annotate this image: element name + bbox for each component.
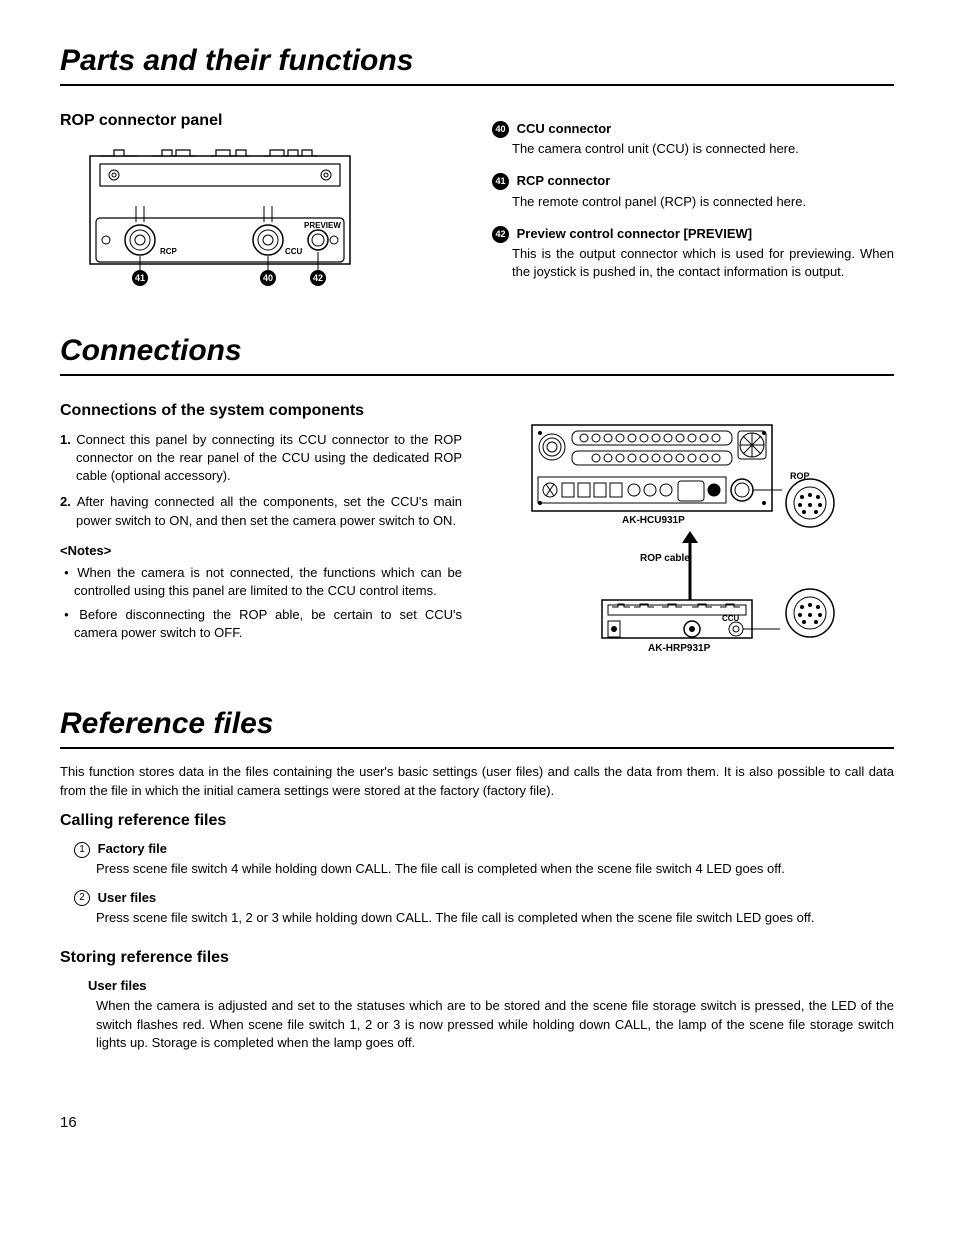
ccu-connector-body: The camera control unit (CCU) is connect… <box>512 140 894 158</box>
ccu-connector-title: CCU connector <box>517 121 612 136</box>
callout-41-icon: 41 <box>492 173 509 190</box>
svg-text:RCP: RCP <box>160 247 178 256</box>
calling-factory-file: 1 Factory file Press scene file switch 4… <box>74 840 894 878</box>
preview-connector-body: This is the output connector which is us… <box>512 245 894 281</box>
storing-user-files-body: When the camera is adjusted and set to t… <box>96 997 894 1052</box>
section-title-parts: Parts and their functions <box>60 40 894 86</box>
connections-diagram: ROP AK-HCU931P ROP cable CCU <box>492 415 894 675</box>
connections-subtitle: Connections of the system components <box>60 400 462 422</box>
svg-text:CCU: CCU <box>722 614 740 623</box>
storing-user-files: User files When the camera is adjusted a… <box>88 977 894 1052</box>
reference-intro: This function stores data in the files c… <box>60 763 894 799</box>
calling-user-files: 2 User files Press scene file switch 1, … <box>74 889 894 927</box>
svg-text:41: 41 <box>135 273 145 283</box>
step-2: 2. After having connected all the compon… <box>60 493 462 529</box>
preview-connector-icon: PREVIEW <box>304 221 341 250</box>
ccu-connector-icon: CCU <box>253 206 303 256</box>
svg-text:ROP: ROP <box>790 471 810 481</box>
note-1: When the camera is not connected, the fu… <box>74 564 462 600</box>
rop-panel-diagram: RCP CCU PREVIEW <box>60 142 462 302</box>
notes-heading: <Notes> <box>60 542 462 560</box>
item-ccu-connector: 40 CCU connector The camera control unit… <box>492 120 894 158</box>
item-preview-connector: 42 Preview control connector [PREVIEW] T… <box>492 225 894 282</box>
svg-text:AK-HRP931P: AK-HRP931P <box>648 643 711 654</box>
storing-user-files-title: User files <box>88 978 147 993</box>
svg-text:40: 40 <box>263 273 273 283</box>
notes-list: When the camera is not connected, the fu… <box>60 564 462 643</box>
callout-40-icon: 40 <box>492 121 509 138</box>
svg-text:AK-HCU931P: AK-HCU931P <box>622 515 685 526</box>
rcp-connector-icon: RCP <box>125 206 178 256</box>
svg-text:PREVIEW: PREVIEW <box>304 221 341 230</box>
user-files-title: User files <box>98 890 157 905</box>
item-rcp-connector: 41 RCP connector The remote control pane… <box>492 172 894 210</box>
rop-panel-subtitle: ROP connector panel <box>60 110 462 132</box>
callout-42-icon: 42 <box>492 226 509 243</box>
section-title-reference: Reference files <box>60 703 894 749</box>
user-files-body: Press scene file switch 1, 2 or 3 while … <box>96 909 894 927</box>
page-number: 16 <box>60 1112 894 1133</box>
svg-text:42: 42 <box>313 273 323 283</box>
factory-file-body: Press scene file switch 4 while holding … <box>96 860 894 878</box>
step-1: 1. Connect this panel by connecting its … <box>60 431 462 486</box>
circled-2-icon: 2 <box>74 890 90 906</box>
note-2: Before disconnecting the ROP able, be ce… <box>74 606 462 642</box>
storing-subtitle: Storing reference files <box>60 947 894 969</box>
circled-1-icon: 1 <box>74 842 90 858</box>
connections-steps: 1. Connect this panel by connecting its … <box>60 431 462 530</box>
svg-text:CCU: CCU <box>285 247 303 256</box>
factory-file-title: Factory file <box>98 841 167 856</box>
svg-text:ROP cable: ROP cable <box>640 553 690 564</box>
calling-subtitle: Calling reference files <box>60 810 894 832</box>
rcp-connector-title: RCP connector <box>517 173 611 188</box>
rcp-connector-body: The remote control panel (RCP) is connec… <box>512 193 894 211</box>
section-title-connections: Connections <box>60 330 894 376</box>
preview-connector-title: Preview control connector [PREVIEW] <box>517 226 753 241</box>
